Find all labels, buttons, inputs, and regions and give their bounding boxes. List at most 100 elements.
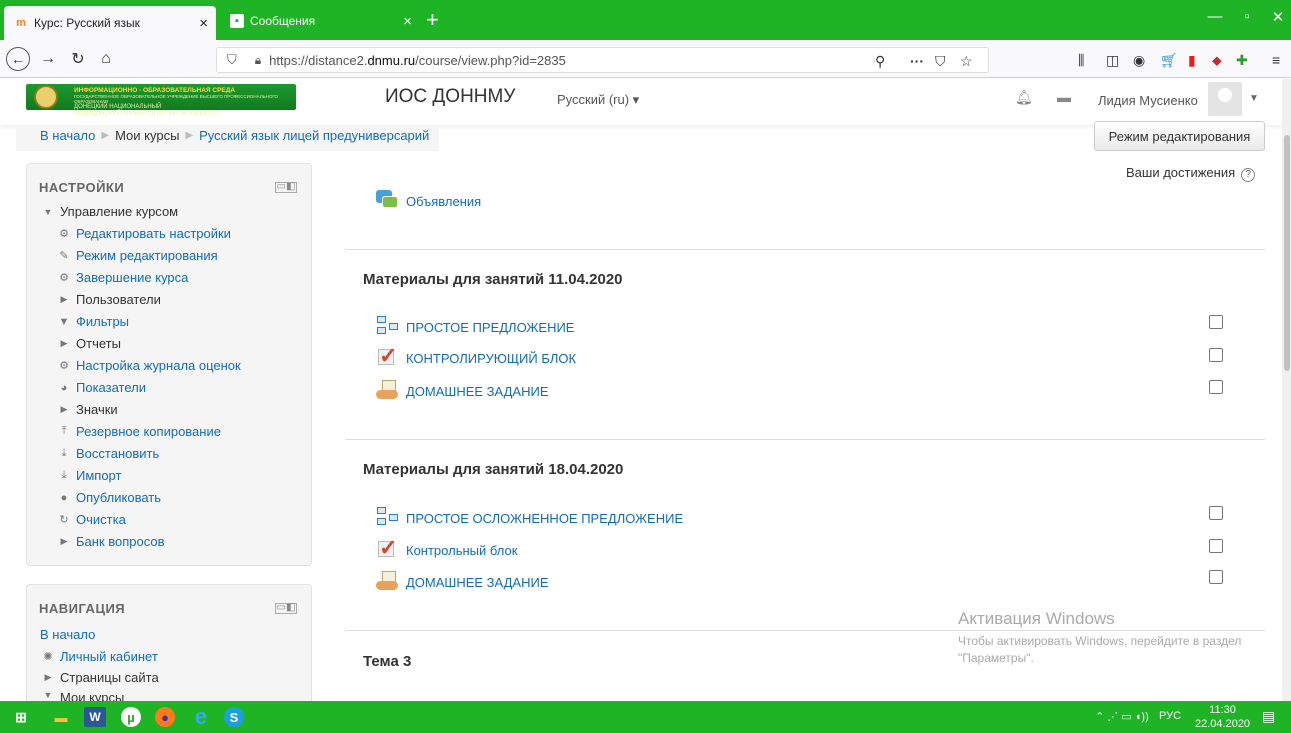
edit-mode-button[interactable]: Режим редактирования xyxy=(1094,121,1265,151)
window-close-icon[interactable]: ✕ xyxy=(1263,8,1291,26)
word-icon[interactable]: W xyxy=(84,707,106,727)
addon-icon[interactable]: ✚ xyxy=(1236,52,1248,69)
account-icon[interactable]: ◉ xyxy=(1133,52,1145,69)
block-title: НАВИГАЦИЯ xyxy=(39,601,126,616)
site-name[interactable]: ИОС ДОННМУ xyxy=(385,86,515,108)
settings-item-question-bank[interactable]: ▶ Банк вопросов xyxy=(56,534,165,549)
site-logo[interactable]: ИНФОРМАЦИОННО - ОБРАЗОВАТЕЛЬНАЯ СРЕДА ГО… xyxy=(26,84,296,117)
sidebar-icon[interactable]: ◫ xyxy=(1106,52,1119,69)
nav-item-home[interactable]: В начало xyxy=(40,627,95,642)
settings-item-gradebook[interactable]: ⚙ Настройка журнала оценок xyxy=(56,358,241,373)
course-admin-toggle[interactable]: ▼ Управление курсом xyxy=(40,204,179,219)
completion-checkbox[interactable] xyxy=(1209,506,1223,520)
reload-icon[interactable]: ↻ xyxy=(66,47,90,71)
settings-item-label: Банк вопросов xyxy=(76,534,165,549)
scrollbar-thumb[interactable] xyxy=(1284,135,1290,371)
settings-item-reports[interactable]: ▶ Отчеты xyxy=(56,336,121,351)
help-icon[interactable]: ? xyxy=(1241,168,1256,182)
activity-quiz[interactable]: ✓ Контрольный блок xyxy=(376,535,518,561)
tab-title: Курс: Русский язык xyxy=(34,16,140,30)
nav-item-label: В начало xyxy=(40,627,96,642)
skype-icon[interactable]: S xyxy=(224,707,244,727)
completion-checkbox[interactable] xyxy=(1209,539,1223,553)
breadcrumb-course[interactable]: Русский язык лицей предуниверсарий xyxy=(199,128,429,143)
caret-down-icon[interactable]: ▼ xyxy=(1249,93,1259,104)
notification-bell-icon[interactable]: 🔔︎ xyxy=(1015,89,1033,106)
edge-icon[interactable]: e xyxy=(190,704,212,729)
user-name[interactable]: Лидия Мусиенко xyxy=(1098,93,1198,108)
url-bar[interactable]: ⛉ 🔒︎ https://distance2. dnmu.ru/course/vi… xyxy=(216,47,989,73)
settings-item-badges[interactable]: ▶ Значки xyxy=(56,402,118,417)
nav-item-dashboard[interactable]: ✺ Личный кабинет xyxy=(40,649,158,664)
forum-label: Объявления xyxy=(406,193,482,209)
forum-announcements[interactable]: Объявления xyxy=(376,190,481,212)
completion-checkbox[interactable] xyxy=(1209,570,1223,584)
settings-item-completion[interactable]: ⚙ Завершение курса xyxy=(56,270,188,285)
settings-item-filters[interactable]: ▼ Фильтры xyxy=(56,314,129,329)
activity-label: Контрольный блок xyxy=(406,542,518,558)
settings-item-import[interactable]: ⤓ Импорт xyxy=(56,468,122,483)
settings-item-edit-mode[interactable]: ✎ Режим редактирования xyxy=(56,248,217,263)
extension-icon[interactable]: ⬥ xyxy=(1212,52,1222,69)
bookmark-star-icon[interactable]: ☆ xyxy=(960,48,973,74)
tray-icons[interactable]: ⌃ ⋰ ▭ ◖)) xyxy=(1095,710,1149,723)
notification-center-icon[interactable]: ▤ xyxy=(1262,708,1275,725)
more-icon[interactable]: ··· xyxy=(910,48,924,74)
avatar[interactable] xyxy=(1208,82,1242,116)
block-collapse-icon[interactable]: ▭◧ xyxy=(275,182,297,193)
file-explorer-icon[interactable]: ▬ xyxy=(50,707,72,727)
settings-item-label: Значки xyxy=(76,402,118,417)
messages-icon[interactable]: ▬ xyxy=(1057,89,1071,105)
activity-book[interactable]: ПРОСТОЕ ПРЕДЛОЖЕНИЕ xyxy=(376,316,574,338)
utorrent-icon[interactable]: µ xyxy=(121,707,141,727)
settings-item-reset[interactable]: ↻ Очистка xyxy=(56,512,126,527)
settings-item-outcomes[interactable]: ◕ Показатели xyxy=(56,380,146,395)
firefox-icon[interactable]: ● xyxy=(155,707,175,727)
nav-item-label: Личный кабинет xyxy=(60,649,158,664)
activity-quiz[interactable]: ✓ КОНТРОЛИРУЮЩИЙ БЛОК xyxy=(376,343,576,369)
lock-icon[interactable]: 🔒︎ xyxy=(255,53,261,68)
minimize-icon[interactable]: — xyxy=(1200,8,1230,25)
completion-checkbox[interactable] xyxy=(1209,315,1223,329)
nav-item-my-courses[interactable]: ▼ Мои курсы xyxy=(40,690,125,701)
cart-icon[interactable]: 🛒︎ xyxy=(1160,52,1178,69)
new-tab-button[interactable]: + xyxy=(426,6,439,34)
forward-arrow-icon[interactable]: → xyxy=(36,47,60,71)
home-icon[interactable]: ⌂ xyxy=(94,47,118,71)
activity-assignment[interactable]: ДОМАШНЕЕ ЗАДАНИЕ xyxy=(376,571,549,593)
assignment-hand-icon xyxy=(376,571,400,593)
activity-assignment[interactable]: ДОМАШНЕЕ ЗАДАНИЕ xyxy=(376,380,549,402)
settings-item-edit-settings[interactable]: ⚙ Редактировать настройки xyxy=(56,226,231,241)
settings-item-backup[interactable]: ⤒ Резервное копирование xyxy=(56,424,221,439)
library-icon[interactable]: ⫼ xyxy=(1078,52,1084,69)
settings-item-restore[interactable]: ⤓ Восстановить xyxy=(56,446,160,461)
settings-item-users[interactable]: ▶ Пользователи xyxy=(56,292,161,307)
bookmark-flag-icon[interactable]: ▮ xyxy=(1188,52,1196,69)
breadcrumb-my-courses[interactable]: Мои курсы xyxy=(115,128,179,143)
back-arrow-icon[interactable]: ← xyxy=(6,47,30,71)
activity-book[interactable]: ПРОСТОЕ ОСЛОЖНЕННОЕ ПРЕДЛОЖЕНИЕ xyxy=(376,507,683,529)
block-collapse-icon[interactable]: ▭◧ xyxy=(275,603,297,614)
close-icon[interactable]: × xyxy=(403,13,412,30)
key-icon[interactable]: ⚲ xyxy=(875,48,885,74)
shield-icon[interactable]: ⛉ xyxy=(227,52,237,68)
windows-start-icon[interactable]: ⊞ xyxy=(10,707,32,727)
tab-messages[interactable]: ▪ Сообщения × xyxy=(220,4,420,38)
settings-item-label: Опубликовать xyxy=(76,490,162,505)
menu-hamburger-icon[interactable]: ≡ xyxy=(1272,52,1280,68)
language-menu[interactable]: Русский (ru) ▾ xyxy=(557,92,639,108)
completion-checkbox[interactable] xyxy=(1209,348,1223,362)
nav-item-site-pages[interactable]: ▶ Страницы сайта xyxy=(40,670,159,685)
tab-course[interactable]: m Курс: Русский язык × xyxy=(4,6,216,40)
restore-icon[interactable]: ▫ xyxy=(1232,8,1262,25)
settings-item-label: Импорт xyxy=(76,468,122,483)
pocket-icon[interactable]: ⛉ xyxy=(935,48,946,74)
settings-item-publish[interactable]: ● Опубликовать xyxy=(56,490,161,505)
clock[interactable]: 11:30 22.04.2020 xyxy=(1195,703,1250,731)
settings-item-label: Очистка xyxy=(76,512,126,527)
achievements-link[interactable]: Ваши достижения? xyxy=(1126,165,1256,182)
completion-checkbox[interactable] xyxy=(1209,380,1223,394)
close-icon[interactable]: × xyxy=(199,15,208,32)
breadcrumb-home[interactable]: В начало xyxy=(40,128,95,143)
input-language[interactable]: РУС xyxy=(1159,710,1181,722)
